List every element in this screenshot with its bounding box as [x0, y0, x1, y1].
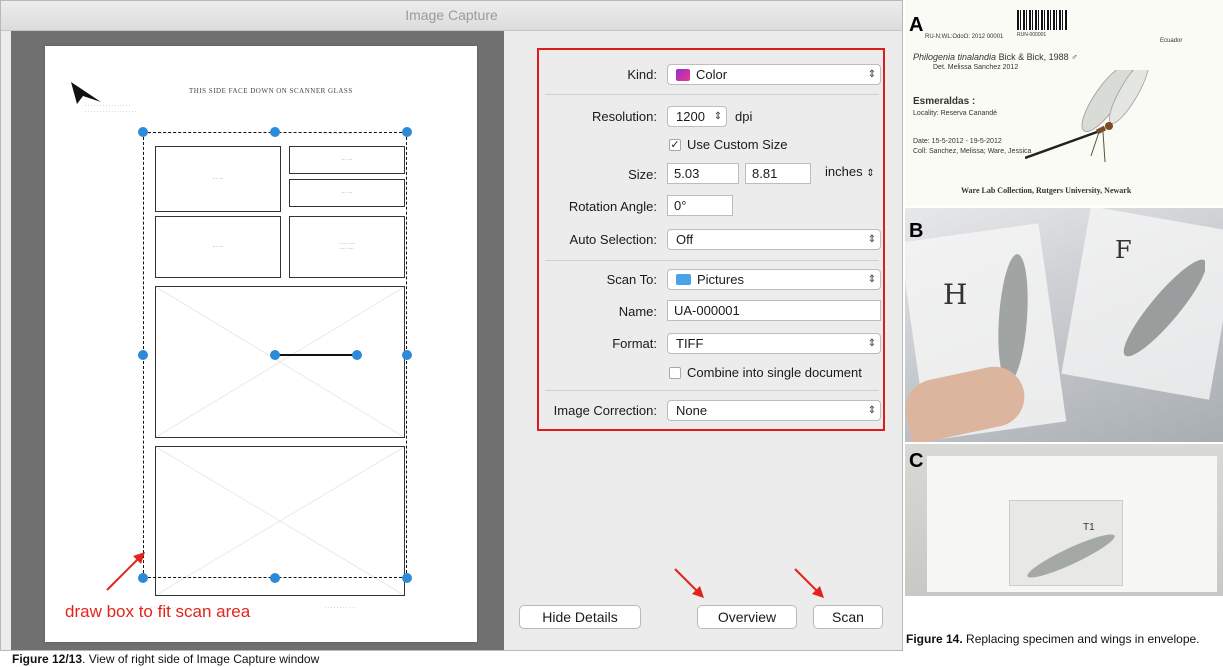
name-label: Name: — [618, 304, 657, 319]
scan-to-label: Scan To: — [606, 272, 657, 287]
wing-specimen — [1027, 534, 1115, 578]
window-title: Image Capture — [405, 7, 498, 23]
color-icon — [676, 68, 690, 81]
resize-handle-right[interactable] — [402, 350, 412, 360]
scan-button[interactable]: Scan — [813, 605, 883, 629]
title-bar: Image Capture — [1, 1, 902, 31]
figure-14-caption: Figure 14. Replacing specimen and wings … — [906, 632, 1200, 646]
folder-icon — [676, 274, 691, 285]
popup-arrows-icon: ⇕ — [867, 69, 877, 80]
popup-arrows-icon: ⇕ — [867, 274, 877, 285]
custom-size-label: Use Custom Size — [687, 137, 788, 152]
format-label: Format: — [612, 336, 657, 351]
image-capture-window: Image Capture THIS SIDE FACE DOWN ON SCA… — [0, 0, 903, 651]
envelope-mark-h: H — [943, 278, 968, 311]
scan-preview-area[interactable]: THIS SIDE FACE DOWN ON SCANNER GLASS · ·… — [11, 31, 504, 650]
rotation-handle[interactable] — [352, 350, 362, 360]
resolution-popup[interactable]: 1200 ⇕ — [667, 106, 727, 127]
overview-button[interactable]: Overview — [697, 605, 797, 629]
scan-settings-panel: Kind: Color ⇕ Resolution: 1200 ⇕ dpi ✓ Use… — [537, 48, 885, 431]
resize-handle-top[interactable] — [270, 127, 280, 137]
resolution-unit: dpi — [735, 109, 753, 124]
red-arrow-icon — [794, 568, 824, 598]
resize-handle-left[interactable] — [138, 350, 148, 360]
size-label: Size: — [628, 167, 657, 182]
popup-arrows-icon: ⇕ — [867, 234, 877, 245]
size-width-field[interactable]: 5.03 — [667, 163, 739, 184]
photo-panel-b: B H F — [905, 208, 1223, 442]
panel-label-b: B — [909, 220, 924, 242]
rotation-label: Rotation Angle: — [568, 199, 657, 214]
rotation-field[interactable]: 0° — [667, 195, 733, 216]
barcode — [1017, 10, 1067, 30]
resize-handle-top-right[interactable] — [402, 127, 412, 137]
envelope-mark-t1: T1 — [1083, 522, 1095, 533]
size-unit-popup[interactable]: inches ⇕ — [825, 164, 875, 179]
red-arrow-icon — [674, 568, 704, 598]
popup-arrows-icon: ⇕ — [866, 168, 875, 179]
red-arrow-icon — [106, 552, 145, 591]
custom-size-checkbox[interactable]: ✓ — [669, 139, 681, 151]
resize-handle-bottom[interactable] — [270, 573, 280, 583]
auto-selection-popup[interactable]: Off ⇕ — [667, 229, 881, 250]
photo-panel-c: C T1 — [905, 444, 1223, 596]
popup-arrows-icon: ⇕ — [867, 405, 877, 416]
combine-checkbox[interactable] — [669, 367, 681, 379]
popup-arrows-icon: ⇕ — [867, 338, 877, 349]
popup-arrows-icon: ⇕ — [713, 111, 723, 122]
annotation-text: draw box to fit scan area — [65, 602, 251, 621]
sheet-title: THIS SIDE FACE DOWN ON SCANNER GLASS — [189, 87, 353, 95]
resolution-label: Resolution: — [591, 109, 657, 124]
panel-label-a: A — [909, 14, 924, 36]
hide-details-button[interactable]: Hide Details — [519, 605, 641, 629]
scan-to-popup[interactable]: Pictures ⇕ — [667, 269, 881, 290]
format-popup[interactable]: TIFF ⇕ — [667, 333, 881, 354]
rotation-handle-bar — [275, 354, 357, 356]
size-height-field[interactable]: 8.81 — [745, 163, 811, 184]
image-correction-label: Image Correction: — [553, 403, 657, 418]
name-field[interactable]: UA-000001 — [667, 300, 881, 321]
scanned-sheet-preview: THIS SIDE FACE DOWN ON SCANNER GLASS · ·… — [45, 46, 477, 642]
kind-label: Kind: — [627, 67, 657, 82]
rotation-center-handle[interactable] — [270, 350, 280, 360]
auto-selection-label: Auto Selection: — [569, 232, 657, 247]
combine-label: Combine into single document — [687, 365, 862, 380]
panel-label-c: C — [909, 450, 924, 472]
resize-handle-top-left[interactable] — [138, 127, 148, 137]
kind-popup[interactable]: Color ⇕ — [667, 64, 881, 85]
image-correction-popup[interactable]: None ⇕ — [667, 400, 881, 421]
photo-panel-a: A RU-N:WL:OdoO: 2012 00001 RUN-000001 Ec… — [905, 0, 1223, 206]
damselfly-specimen — [1025, 70, 1150, 163]
resize-handle-bottom-right[interactable] — [402, 573, 412, 583]
orientation-arrow-icon — [71, 82, 101, 104]
figure-12-caption: Figure 12/13. View of right side of Imag… — [12, 652, 320, 666]
